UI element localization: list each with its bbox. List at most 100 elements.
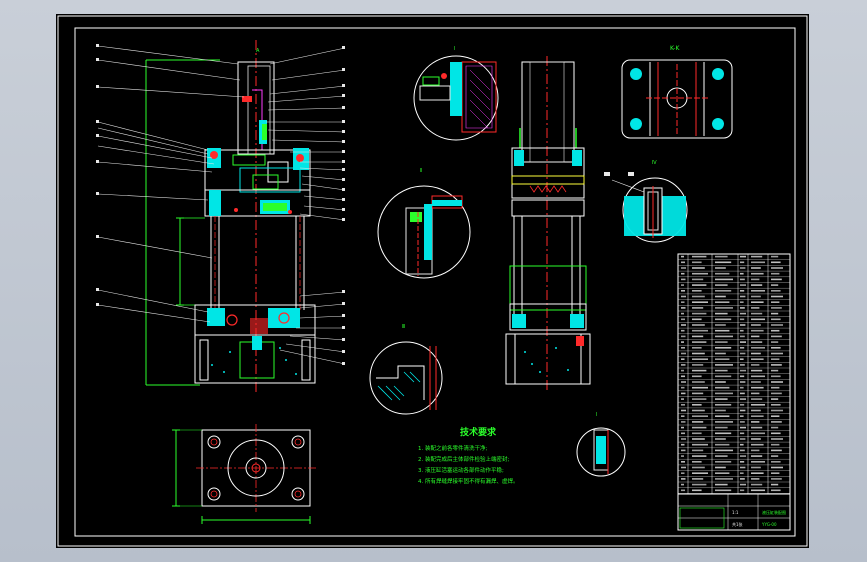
- parts-cell-mark: [681, 432, 685, 435]
- parts-cell-mark: [740, 318, 745, 321]
- parts-cell-mark: [715, 489, 732, 492]
- parts-cell-mark: [751, 267, 761, 269]
- parts-cell-mark: [715, 335, 733, 338]
- parts-cell-mark: [681, 421, 686, 423]
- parts-cell-mark: [692, 272, 708, 275]
- parts-cell-mark: [681, 483, 684, 486]
- parts-cell-mark: [740, 415, 744, 417]
- parts-cell-mark: [740, 472, 744, 474]
- parts-cell-mark: [692, 466, 705, 469]
- parts-cell-mark: [751, 426, 763, 429]
- parts-cell-mark: [751, 290, 765, 292]
- parts-cell-mark: [681, 404, 685, 406]
- parts-cell-mark: [681, 392, 686, 395]
- parts-cell-mark: [751, 398, 763, 400]
- parts-cell-mark: [715, 375, 732, 378]
- parts-cell-mark: [771, 352, 783, 355]
- parts-cell-mark: [751, 455, 763, 457]
- parts-cell-mark: [751, 466, 761, 469]
- parts-cell-mark: [692, 409, 705, 412]
- parts-cell-mark: [692, 329, 708, 332]
- parts-cell-mark: [715, 381, 726, 383]
- parts-cell-mark: [692, 341, 707, 343]
- drawing-scale: 1:1: [732, 510, 739, 515]
- parts-cell-mark: [740, 307, 745, 309]
- parts-cell-mark: [681, 438, 686, 440]
- svg-text:Ⅳ: Ⅳ: [652, 160, 657, 166]
- parts-cell-mark: [751, 295, 761, 298]
- parts-cell-mark: [751, 421, 760, 423]
- parts-cell-mark: [771, 455, 779, 457]
- drawing-sheet-count: 共1张: [732, 521, 743, 527]
- parts-cell-mark: [715, 295, 726, 298]
- svg-text:A: A: [256, 48, 260, 54]
- parts-cell-mark: [715, 455, 728, 457]
- parts-cell-mark: [740, 295, 746, 298]
- parts-cell-mark: [771, 438, 783, 440]
- parts-cell-mark: [751, 278, 760, 281]
- parts-cell-mark: [692, 455, 707, 457]
- parts-cell-mark: [740, 261, 745, 264]
- parts-cell-mark: [681, 472, 685, 474]
- parts-cell-mark: [692, 415, 708, 417]
- parts-cell-mark: [771, 364, 782, 366]
- parts-cell-mark: [751, 461, 765, 463]
- parts-cell-mark: [771, 386, 780, 389]
- parts-cell-mark: [715, 301, 730, 303]
- parts-cell-mark: [740, 426, 746, 429]
- parts-cell-mark: [681, 381, 686, 383]
- parts-cell-mark: [740, 312, 746, 315]
- parts-cell-mark: [740, 455, 746, 457]
- parts-cell-mark: [740, 466, 746, 469]
- drawing-name: 液压缸装配图: [762, 509, 786, 515]
- parts-cell-mark: [692, 369, 707, 372]
- parts-cell-mark: [692, 255, 707, 258]
- parts-cell-mark: [751, 301, 764, 303]
- parts-cell-mark: [692, 347, 702, 349]
- parts-cell-mark: [771, 261, 781, 264]
- parts-cell-mark: [681, 295, 686, 298]
- tech-req-item: 3. 液压缸活塞运动各部件动作平稳;: [418, 466, 504, 474]
- parts-cell-mark: [715, 386, 730, 389]
- parts-cell-mark: [715, 347, 732, 349]
- parts-cell-mark: [751, 404, 765, 406]
- parts-cell-mark: [740, 461, 745, 463]
- parts-cell-mark: [751, 489, 765, 492]
- parts-cell-mark: [740, 290, 745, 292]
- parts-cell-mark: [771, 347, 781, 349]
- parts-cell-mark: [715, 341, 728, 343]
- parts-cell-mark: [740, 324, 746, 326]
- parts-cell-mark: [771, 461, 781, 463]
- parts-cell-mark: [715, 438, 726, 440]
- parts-cell-mark: [692, 426, 707, 429]
- parts-cell-mark: [681, 489, 685, 492]
- parts-cell-mark: [740, 364, 745, 366]
- parts-cell-mark: [681, 278, 686, 281]
- parts-cell-mark: [692, 312, 707, 315]
- parts-cell-mark: [771, 404, 781, 406]
- parts-cell-mark: [771, 307, 782, 309]
- parts-cell-mark: [715, 307, 733, 309]
- parts-cell-mark: [681, 255, 684, 258]
- parts-cell-mark: [715, 398, 728, 400]
- parts-cell-mark: [751, 392, 760, 395]
- parts-cell-mark: [681, 375, 685, 378]
- parts-cell-mark: [692, 284, 707, 286]
- parts-cell-mark: [771, 272, 780, 275]
- parts-cell-mark: [681, 426, 684, 429]
- parts-cell-mark: [751, 261, 765, 264]
- parts-cell-mark: [740, 375, 745, 378]
- parts-cell-mark: [692, 261, 702, 264]
- svg-text:Ⅰ: Ⅰ: [454, 46, 455, 52]
- parts-cell-mark: [681, 307, 686, 309]
- parts-cell-mark: [692, 375, 702, 378]
- parts-cell-mark: [751, 483, 763, 486]
- parts-cell-mark: [681, 341, 684, 343]
- parts-cell-mark: [771, 301, 780, 303]
- parts-cell-mark: [740, 438, 746, 440]
- parts-cell-mark: [740, 443, 744, 446]
- parts-cell-mark: [715, 318, 732, 321]
- parts-cell-mark: [771, 409, 783, 412]
- parts-cell-mark: [740, 398, 746, 400]
- parts-cell-mark: [715, 392, 733, 395]
